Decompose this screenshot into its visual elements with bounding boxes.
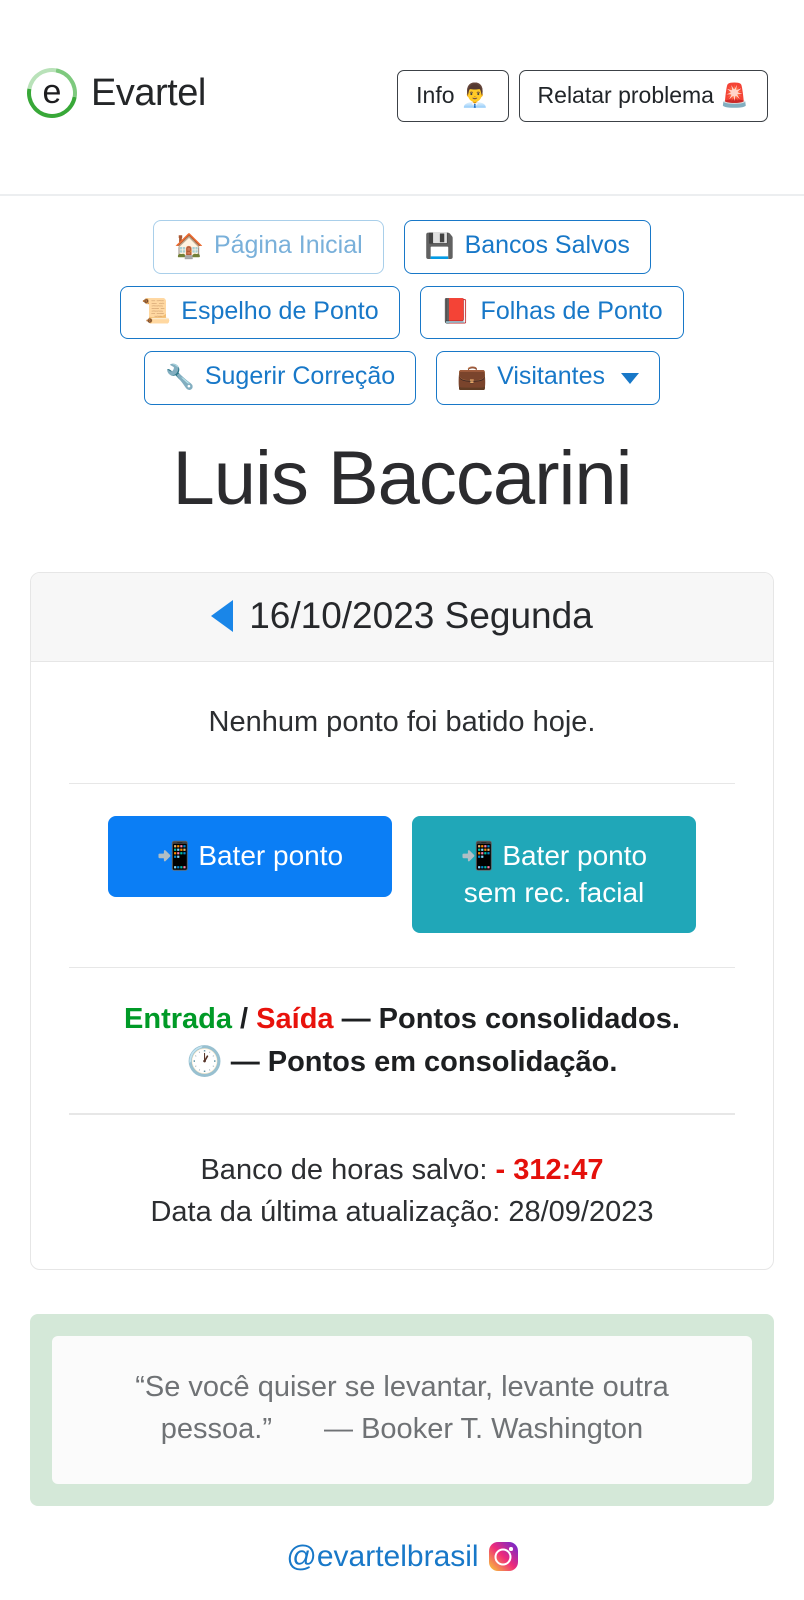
legend-separator: /	[232, 1003, 257, 1036]
punch-status-message: Nenhum ponto foi batido hoje.	[208, 705, 596, 738]
mobile-phone-arrow-icon: 📲	[460, 841, 495, 873]
instagram-handle: @evartelbrasil	[286, 1539, 479, 1573]
hours-bank-label: Banco de horas salvo:	[200, 1153, 488, 1186]
nav-item-bancos-salvos[interactable]: 💾 Bancos Salvos	[403, 220, 651, 274]
main-navigation: 🏠 Página Inicial 💾 Bancos Salvos 📜 Espel…	[0, 196, 804, 405]
punch-in-button[interactable]: 📲 Bater ponto	[108, 816, 392, 897]
report-problem-button[interactable]: Relatar problema 🚨	[518, 70, 768, 123]
evartel-logo-icon: e	[17, 58, 87, 128]
clock-icon: 🕐	[186, 1044, 223, 1079]
nav-row-2: 📜 Espelho de Ponto 📕 Folhas de Ponto	[0, 285, 804, 339]
nav-item-bancos-salvos-label: Bancos Salvos	[464, 231, 630, 259]
legend-consolidated-text: — Pontos consolidados.	[333, 1003, 680, 1036]
last-update-row: Data da última atualização: 28/09/2023	[51, 1191, 753, 1233]
nav-item-visitantes[interactable]: 💼 Visitantes	[436, 351, 661, 405]
nav-item-sugerir-correcao[interactable]: 🔧 Sugerir Correção	[143, 351, 417, 405]
nav-row-1: 🏠 Página Inicial 💾 Bancos Salvos	[0, 220, 804, 274]
timesheet-card: 16/10/2023 Segunda Nenhum ponto foi bati…	[30, 572, 774, 1270]
siren-icon: 🚨	[720, 83, 749, 109]
card-header: 16/10/2023 Segunda	[31, 573, 773, 662]
last-update-value: 28/09/2023	[508, 1195, 654, 1228]
nav-item-folhas-de-ponto-label: Folhas de Ponto	[480, 296, 663, 325]
nav-item-espelho-de-ponto-label: Espelho de Ponto	[181, 296, 379, 325]
info-button[interactable]: Info 👨‍💼	[397, 70, 509, 123]
header-actions: Info 👨‍💼 Relatar problema 🚨	[397, 70, 768, 123]
nav-item-sugerir-correcao-label: Sugerir Correção	[204, 362, 396, 390]
instagram-icon	[488, 1542, 518, 1572]
punch-actions: 📲 Bater ponto 📲 Bater ponto sem rec. fac…	[31, 784, 773, 966]
pdf-file-icon: 📕	[440, 297, 471, 326]
nav-row-3: 🔧 Sugerir Correção 💼 Visitantes	[0, 351, 804, 405]
page-title: Luis Baccarini	[172, 435, 632, 521]
quote-box: “Se você quiser se levantar, levante out…	[52, 1335, 752, 1484]
legend-consolidating-text: — Pontos em consolidação.	[222, 1046, 618, 1079]
page-footer: @evartelbrasil	[0, 1506, 804, 1574]
punch-legend: Entrada / Saída — Pontos consolidados. 🕐…	[31, 968, 773, 1113]
office-worker-icon: 👨‍💼	[460, 83, 490, 109]
nav-item-pagina-inicial[interactable]: 🏠 Página Inicial	[153, 220, 384, 274]
nav-item-folhas-de-ponto[interactable]: 📕 Folhas de Ponto	[419, 285, 684, 339]
floppy-disk-icon: 💾	[424, 231, 455, 260]
card-body: Nenhum ponto foi batido hoje. 📲 Bater po…	[31, 662, 773, 1269]
last-update-label: Data da última atualização:	[150, 1195, 501, 1228]
legend-saida-label: Saída	[256, 1003, 334, 1036]
quote-author: — Booker T. Washington	[324, 1412, 644, 1445]
current-date-label: 16/10/2023 Segunda	[249, 595, 593, 637]
wrench-icon: 🔧	[164, 362, 195, 391]
instagram-link[interactable]: @evartelbrasil	[286, 1539, 518, 1574]
hours-bank-value: - 312:47	[495, 1153, 604, 1186]
quote-banner: “Se você quiser se levantar, levante out…	[30, 1313, 774, 1506]
app-header: e Evartel Info 👨‍💼 Relatar problema 🚨	[0, 0, 804, 196]
scroll-icon: 📜	[141, 297, 172, 326]
nav-item-visitantes-label: Visitantes	[497, 362, 606, 390]
info-button-label: Info	[416, 82, 455, 108]
home-icon: 🏠	[174, 231, 204, 260]
briefcase-icon: 💼	[457, 362, 488, 391]
nav-item-pagina-inicial-label: Página Inicial	[213, 231, 363, 259]
logo-letter: e	[42, 72, 62, 111]
previous-day-button[interactable]	[211, 600, 234, 633]
brand-name: Evartel	[91, 71, 206, 114]
punch-in-button-label: Bater ponto	[198, 840, 344, 872]
mobile-phone-arrow-icon: 📲	[156, 841, 191, 873]
legend-entrada-label: Entrada	[124, 1003, 232, 1036]
report-problem-button-label: Relatar problema	[537, 82, 714, 108]
nav-item-espelho-de-ponto[interactable]: 📜 Espelho de Ponto	[120, 285, 400, 339]
hours-bank-row: Banco de horas salvo: - 312:47	[51, 1149, 753, 1191]
punch-in-no-face-button[interactable]: 📲 Bater ponto sem rec. facial	[412, 816, 696, 933]
chevron-down-icon	[621, 372, 640, 384]
legend-line-2: 🕐 — Pontos em consolidação.	[51, 1040, 753, 1083]
brand: e Evartel	[17, 58, 206, 128]
hours-bank-section: Banco de horas salvo: - 312:47 Data da ú…	[31, 1115, 773, 1269]
